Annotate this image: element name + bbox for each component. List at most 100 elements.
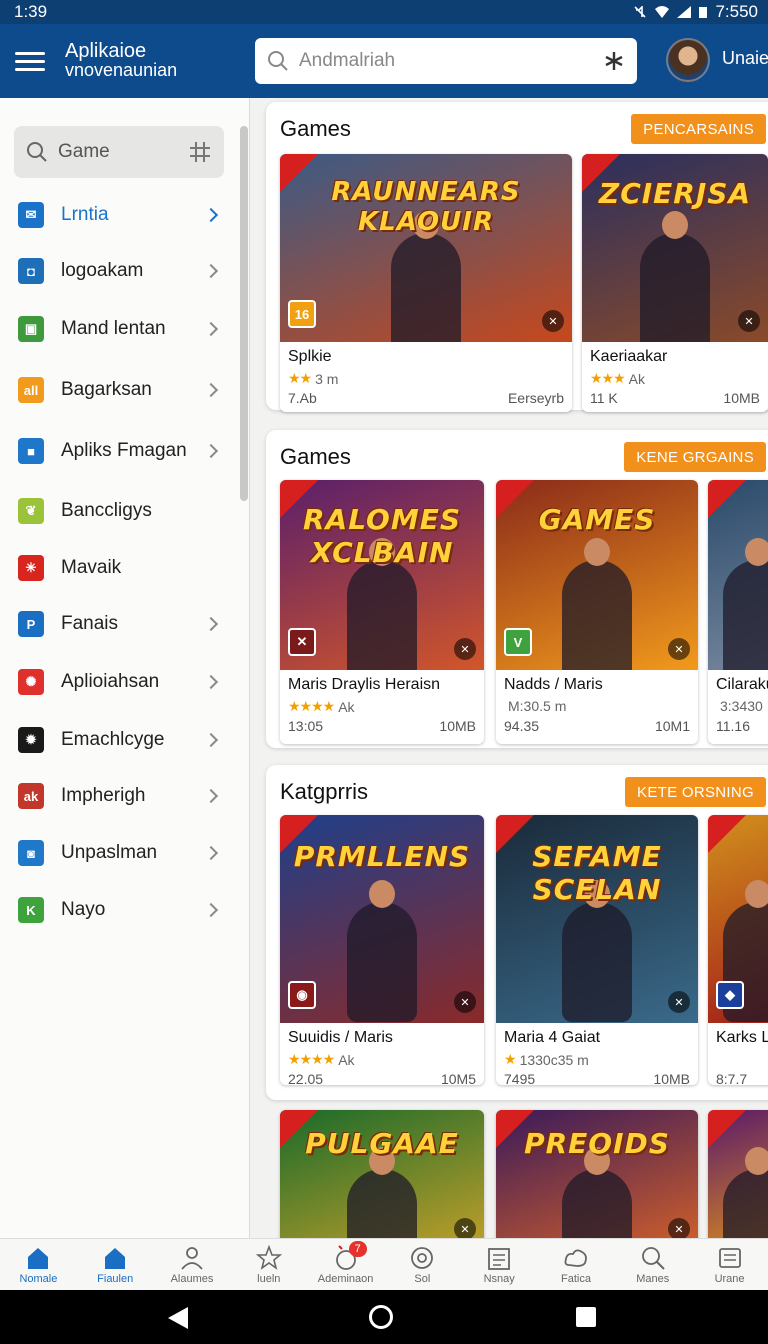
section-3: Katgprris KETE ORSNING PRMLLENS ◉ ✕ Suuidis /…	[266, 765, 768, 1100]
star-rating-icon: ★★	[288, 370, 312, 386]
system-nav-bar	[0, 1290, 768, 1344]
expand-icon[interactable]: ✕	[668, 638, 690, 660]
game-cover-image: PREOIDS ✕	[496, 1110, 698, 1238]
home-button-icon[interactable]	[369, 1305, 393, 1329]
game-card[interactable]: PREOIDS ✕	[496, 1110, 698, 1238]
bottom-nav-item-9[interactable]: Manes	[614, 1239, 691, 1290]
search-icon	[641, 1247, 665, 1270]
expand-icon[interactable]: ✕	[542, 310, 564, 332]
game-card[interactable]: PRMLLENS ◉ ✕ Suuidis / Maris ★★★★ Ak 22.05 10M5	[280, 815, 484, 1085]
section-4: PULGAAE ✕ PREOIDS ✕	[266, 1108, 768, 1238]
bottom-nav-label: Fiaulen	[97, 1273, 134, 1285]
chevron-right-icon	[203, 845, 219, 861]
cup-icon: ◙	[18, 840, 44, 866]
section-1: Games PENCARSAINS RAUNNEARS KLAOUIR 16 ✕ Splk…	[266, 102, 768, 412]
sidebar-search[interactable]: Game	[14, 126, 224, 178]
expand-icon[interactable]: ✕	[454, 1218, 476, 1238]
star-icon	[255, 1245, 282, 1270]
game-rating: ★★★★ Ak	[288, 1051, 476, 1068]
download-count: 7.Ab	[288, 390, 317, 406]
battery-icon	[699, 7, 708, 18]
expand-icon[interactable]: ✕	[668, 991, 690, 1013]
sidebar-item-9[interactable]: ✺ Aplioiahsan	[0, 657, 240, 707]
section-more-button[interactable]: KENE GRGAINS	[624, 442, 766, 472]
back-icon[interactable]	[168, 1307, 188, 1329]
bottom-nav-item-2[interactable]: Fiaulen	[77, 1239, 154, 1290]
star-rating-icon: ★★★★	[288, 1051, 335, 1067]
bottom-nav-item-6[interactable]: Sol	[384, 1239, 461, 1290]
menu-icon[interactable]	[15, 51, 45, 71]
status-time-left: 1:39	[14, 2, 48, 21]
game-card[interactable]	[708, 1110, 768, 1238]
game-rating-text: 3 m	[315, 370, 339, 387]
game-card[interactable]: ◆ Karks L 8:7.7	[708, 815, 768, 1085]
sidebar-item-3[interactable]: ▣ Mand lentan	[0, 304, 240, 354]
game-card[interactable]: GAMES V ✕ Nadds / Maris M:30.5 m 94.35 10M1	[496, 480, 698, 744]
game-card[interactable]: ZCIERJSA ✕ Kaeriaakar ★★★ Ak 11 K 10MB	[582, 154, 768, 412]
bottom-nav-item-4[interactable]: lueln	[230, 1239, 307, 1290]
list-icon	[718, 1248, 741, 1268]
sidebar-item-label: Impherigh	[61, 785, 146, 806]
bottom-nav-label: Fatica	[560, 1273, 591, 1285]
expand-icon[interactable]: ✕	[668, 1218, 690, 1238]
sidebar-item-2[interactable]: ◘ logoakam	[0, 246, 240, 296]
game-badge: ◆	[716, 981, 744, 1009]
status-bar: 1:39 7:550	[0, 0, 768, 24]
sidebar-item-label: logoakam	[61, 260, 144, 281]
expand-icon[interactable]: ✕	[454, 638, 476, 660]
game-card[interactable]: SEFAME SCELAN ✕ Maria 4 Gaiat ★ 1330c35 m 749…	[496, 815, 698, 1085]
bottom-nav-item-3[interactable]: Alaumes	[154, 1239, 231, 1290]
sidebar-item-label: Banccligys	[61, 500, 152, 521]
game-name: Karks L	[716, 1029, 768, 1046]
game-cover-image	[708, 480, 768, 670]
sidebar-item-13[interactable]: K Nayo	[0, 885, 240, 935]
sidebar-item-label: Lrntia	[61, 204, 109, 225]
username[interactable]: Unaie	[722, 48, 768, 69]
bottom-nav-item-5[interactable]: Ademinaon 7	[307, 1239, 384, 1290]
sidebar-item-6[interactable]: ❦ Banccligys	[0, 486, 240, 536]
sidebar-item-7[interactable]: ✳ Mavaik	[0, 543, 240, 593]
leaf-icon: ❦	[18, 498, 44, 524]
file-size: 10MB	[723, 390, 760, 406]
sidebar-item-5[interactable]: ■ Apliks Fmagan	[0, 426, 240, 476]
sidebar-item-12[interactable]: ◙ Unpaslman	[0, 828, 240, 878]
sidebar-item-label: Mand lentan	[61, 318, 166, 339]
sidebar-item-label: Aplioiahsan	[61, 671, 160, 692]
section-more-button[interactable]: KETE ORSNING	[625, 777, 766, 807]
sidebar-item-1[interactable]: ✉ Lrntia	[0, 190, 240, 240]
app-bar: Aplikaioe vnovenaunian Andmalriah Unaie	[0, 24, 768, 98]
section-more-button[interactable]: PENCARSAINS	[631, 114, 766, 144]
bottom-nav-item-7[interactable]: Nsnay	[461, 1239, 538, 1290]
game-card[interactable]: RAUNNEARS KLAOUIR 16 ✕ Splkie ★★ 3 m 7.Ab Eerse…	[280, 154, 572, 412]
sidebar-item-11[interactable]: ak Impherigh	[0, 771, 240, 821]
grid-icon[interactable]	[188, 140, 212, 164]
search-input[interactable]: Andmalriah	[255, 38, 637, 84]
file-size: 10M1	[654, 718, 690, 734]
sidebar-item-10[interactable]: ✹ Emachlcyge	[0, 715, 240, 765]
bottom-nav-item-10[interactable]: Urane	[691, 1239, 768, 1290]
ak-icon: ak	[18, 783, 44, 809]
bottom-nav-label: lueln	[257, 1273, 281, 1285]
sidebar-item-8[interactable]: P Fanais	[0, 599, 240, 649]
wifi-icon	[655, 6, 670, 18]
sidebar-scrollbar[interactable]	[240, 126, 248, 501]
cloud-icon	[564, 1249, 587, 1267]
game-card[interactable]: Cilaraku 3:3430 11.16	[708, 480, 768, 744]
burst-icon: ✳	[18, 555, 44, 581]
game-stats: 7495 10MB	[504, 1071, 690, 1085]
corner-ribbon	[496, 815, 534, 853]
avatar[interactable]	[666, 38, 710, 82]
expand-icon[interactable]: ✕	[738, 310, 760, 332]
character-figure	[347, 538, 417, 670]
game-card[interactable]: PULGAAE ✕	[280, 1110, 484, 1238]
download-count: 8:7.7	[716, 1071, 748, 1085]
recents-icon[interactable]	[576, 1307, 596, 1327]
game-card[interactable]: RALOMES XCLBAIN ✕ ✕ Maris Draylis Heraisn ★★…	[280, 480, 484, 744]
sidebar-item-4[interactable]: all Bagarksan	[0, 365, 240, 415]
bottom-nav-item-1[interactable]: Nomale	[0, 1239, 77, 1290]
expand-icon[interactable]: ✕	[454, 991, 476, 1013]
bottom-nav-item-8[interactable]: Fatica	[538, 1239, 615, 1290]
voice-icon[interactable]	[603, 50, 625, 72]
sidebar-item-label: Fanais	[61, 613, 119, 634]
download-count: 94.35	[504, 718, 540, 734]
